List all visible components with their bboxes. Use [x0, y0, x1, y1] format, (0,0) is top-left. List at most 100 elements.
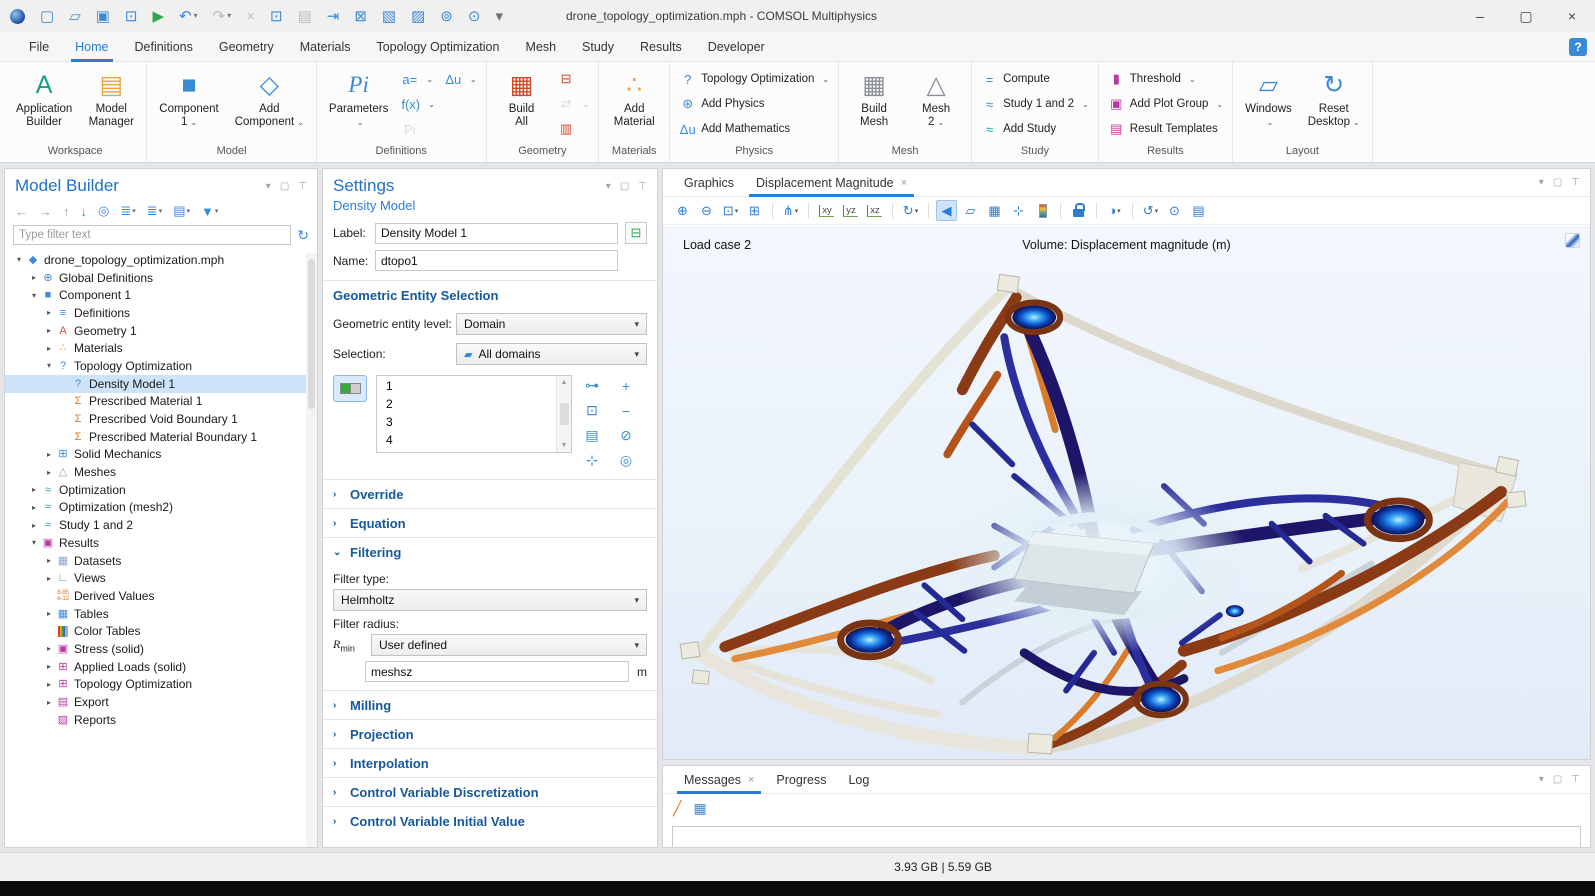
mesh-2-button[interactable]: △Mesh 2⌄: [908, 65, 964, 143]
clear-messages-icon[interactable]: ╱: [673, 800, 681, 817]
collapse-nodes-icon[interactable]: ≣▾: [147, 203, 162, 219]
expander-icon[interactable]: ▸: [28, 503, 40, 512]
move-up-icon[interactable]: ↑: [63, 204, 70, 219]
panel-menu-icon[interactable]: ▾: [1539, 177, 1544, 188]
zoom-in-icon[interactable]: ⊕: [672, 200, 693, 221]
open-file-icon[interactable]: ▱: [69, 9, 81, 24]
tree-item-derived-values[interactable]: 8.85 e-12Derived Values: [5, 587, 317, 605]
expander-icon[interactable]: ▾: [13, 255, 25, 264]
parameters-button[interactable]: PiParameters ⌄: [324, 65, 393, 143]
section-control-variable-discretization[interactable]: ›Control Variable Discretization: [323, 777, 657, 806]
build-mesh-button[interactable]: ▦Build Mesh: [846, 65, 902, 143]
domain-selection-list[interactable]: ▲▼ 1234: [376, 375, 572, 453]
domain-list-item[interactable]: 1: [377, 377, 571, 395]
float-panel-icon[interactable]: ▢: [1553, 774, 1562, 785]
tree-item-study-1-and-2[interactable]: ▸≈Study 1 and 2: [5, 516, 317, 534]
expander-icon[interactable]: ▾: [28, 291, 40, 300]
expander-icon[interactable]: ▸: [43, 680, 55, 689]
entity-level-select[interactable]: Domain▾: [456, 313, 647, 335]
tab-messages[interactable]: Messages×: [673, 766, 765, 794]
result-templates-button[interactable]: ▤Result Templates: [1108, 119, 1223, 139]
show-options-icon[interactable]: ◎: [98, 203, 109, 219]
move-node-icon[interactable]: ⇥: [327, 9, 340, 24]
delete-icon[interactable]: ⊠: [354, 9, 367, 24]
float-panel-icon[interactable]: ▢: [280, 181, 289, 192]
drone-model-rendering[interactable]: [663, 226, 1590, 759]
float-panel-icon[interactable]: ▢: [620, 181, 629, 192]
select-box-icon[interactable]: ▧: [382, 9, 396, 24]
show-color-legend-icon[interactable]: [1032, 200, 1053, 221]
tree-item-prescribed-void-boundary-1[interactable]: ΣPrescribed Void Boundary 1: [5, 410, 317, 428]
panel-menu-icon[interactable]: ▾: [266, 181, 271, 192]
compute-button[interactable]: =Compute: [981, 69, 1089, 89]
tab-mesh[interactable]: Mesh: [512, 32, 569, 62]
section-control-variable-initial-value[interactable]: ›Control Variable Initial Value: [323, 806, 657, 835]
first-angle-rotation-icon[interactable]: ↻▾: [900, 200, 921, 221]
view-yz-icon[interactable]: yz: [840, 200, 861, 221]
section-geometric-entity-selection[interactable]: Geometric Entity Selection: [323, 280, 657, 309]
tab-materials[interactable]: Materials: [287, 32, 364, 62]
section-interpolation[interactable]: ›Interpolation: [323, 748, 657, 777]
cut-icon[interactable]: ×: [246, 9, 255, 24]
application-builder-button[interactable]: AApplication Builder: [11, 65, 77, 143]
tree-item-optimization-mesh2[interactable]: ▸≈Optimization (mesh2): [5, 499, 317, 517]
zoom-box-icon[interactable]: ⊡▾: [720, 200, 741, 221]
expander-icon[interactable]: ▸: [43, 450, 55, 459]
tab-geometry[interactable]: Geometry: [206, 32, 287, 62]
tab-log[interactable]: Log: [837, 766, 880, 794]
section-override[interactable]: ›Override: [323, 479, 657, 508]
tree-item-prescribed-material-boundary-1[interactable]: ΣPrescribed Material Boundary 1: [5, 428, 317, 446]
domain-list-item[interactable]: 4: [377, 431, 571, 449]
tab-topology-optimization[interactable]: Topology Optimization: [363, 32, 512, 62]
component-1-button[interactable]: ■Component 1⌄: [154, 65, 223, 143]
variables-button[interactable]: a=⌄: [401, 69, 434, 89]
table-message-settings-icon[interactable]: ▦: [693, 800, 706, 817]
toolbar-overflow-icon[interactable]: ▾: [495, 9, 503, 24]
filter-tree-icon[interactable]: ▼▾: [201, 204, 218, 219]
pin-panel-icon[interactable]: ⊤: [638, 181, 647, 192]
color-theme-icon[interactable]: ◑▾: [1104, 200, 1125, 221]
new-file-icon[interactable]: ▢: [40, 9, 54, 24]
go-to-view-icon[interactable]: ⋔▾: [780, 200, 801, 221]
show-axis-orientation-icon[interactable]: ⊹: [1008, 200, 1029, 221]
threshold-button[interactable]: ▮Threshold⌄: [1108, 69, 1223, 89]
tab-progress[interactable]: Progress: [765, 766, 837, 794]
float-panel-icon[interactable]: ▢: [1553, 177, 1562, 188]
filter-radius-input[interactable]: [365, 661, 629, 682]
virtual-operations-button[interactable]: ▥: [558, 119, 590, 139]
tree-item-optimization[interactable]: ▸≈Optimization: [5, 481, 317, 499]
zoom-extents-icon[interactable]: ⊞: [744, 200, 765, 221]
name-field[interactable]: [375, 250, 618, 271]
tree-item-density-model-1[interactable]: ?Density Model 1: [5, 375, 317, 393]
panel-menu-icon[interactable]: ▾: [606, 181, 611, 192]
print-icon[interactable]: ▤: [1188, 200, 1209, 221]
back-icon[interactable]: ←: [15, 204, 28, 219]
zoom-to-selection-icon[interactable]: ⊹: [586, 452, 598, 469]
view-xz-icon[interactable]: xz: [864, 200, 885, 221]
undo-icon[interactable]: ↶▾: [179, 9, 198, 24]
tree-item-stress-solid[interactable]: ▸▣Stress (solid): [5, 640, 317, 658]
pin-panel-icon[interactable]: ⊤: [1571, 774, 1580, 785]
minimize-window-icon[interactable]: –: [1457, 0, 1503, 32]
lock-view-icon[interactable]: [1068, 200, 1089, 221]
refresh-filter-icon[interactable]: ↻: [297, 227, 309, 244]
label-field[interactable]: [375, 223, 618, 244]
tab-graphics[interactable]: Graphics: [673, 169, 745, 197]
expander-icon[interactable]: ▸: [43, 556, 55, 565]
tab-file[interactable]: File: [16, 32, 62, 62]
active-selection-toggle[interactable]: [333, 375, 367, 402]
section-equation[interactable]: ›Equation: [323, 508, 657, 537]
tab-developer[interactable]: Developer: [695, 32, 778, 62]
tree-item-color-tables[interactable]: Color Tables: [5, 622, 317, 640]
view-xy-icon[interactable]: xy: [816, 200, 837, 221]
expander-icon[interactable]: ▸: [28, 485, 40, 494]
selection-select[interactable]: ▰ All domains▾: [456, 343, 647, 365]
tab-home[interactable]: Home: [62, 32, 121, 62]
run-icon[interactable]: ▶: [153, 9, 165, 24]
copy-icon[interactable]: ⊡: [270, 9, 283, 24]
tree-item-views[interactable]: ▸∟Views: [5, 569, 317, 587]
list-scrollbar[interactable]: ▲▼: [556, 376, 571, 452]
tree-item-global-definitions[interactable]: ▸⊕Global Definitions: [5, 269, 317, 287]
expander-icon[interactable]: ▸: [43, 609, 55, 618]
tree-item-topology-optimization[interactable]: ▾?Topology Optimization: [5, 357, 317, 375]
